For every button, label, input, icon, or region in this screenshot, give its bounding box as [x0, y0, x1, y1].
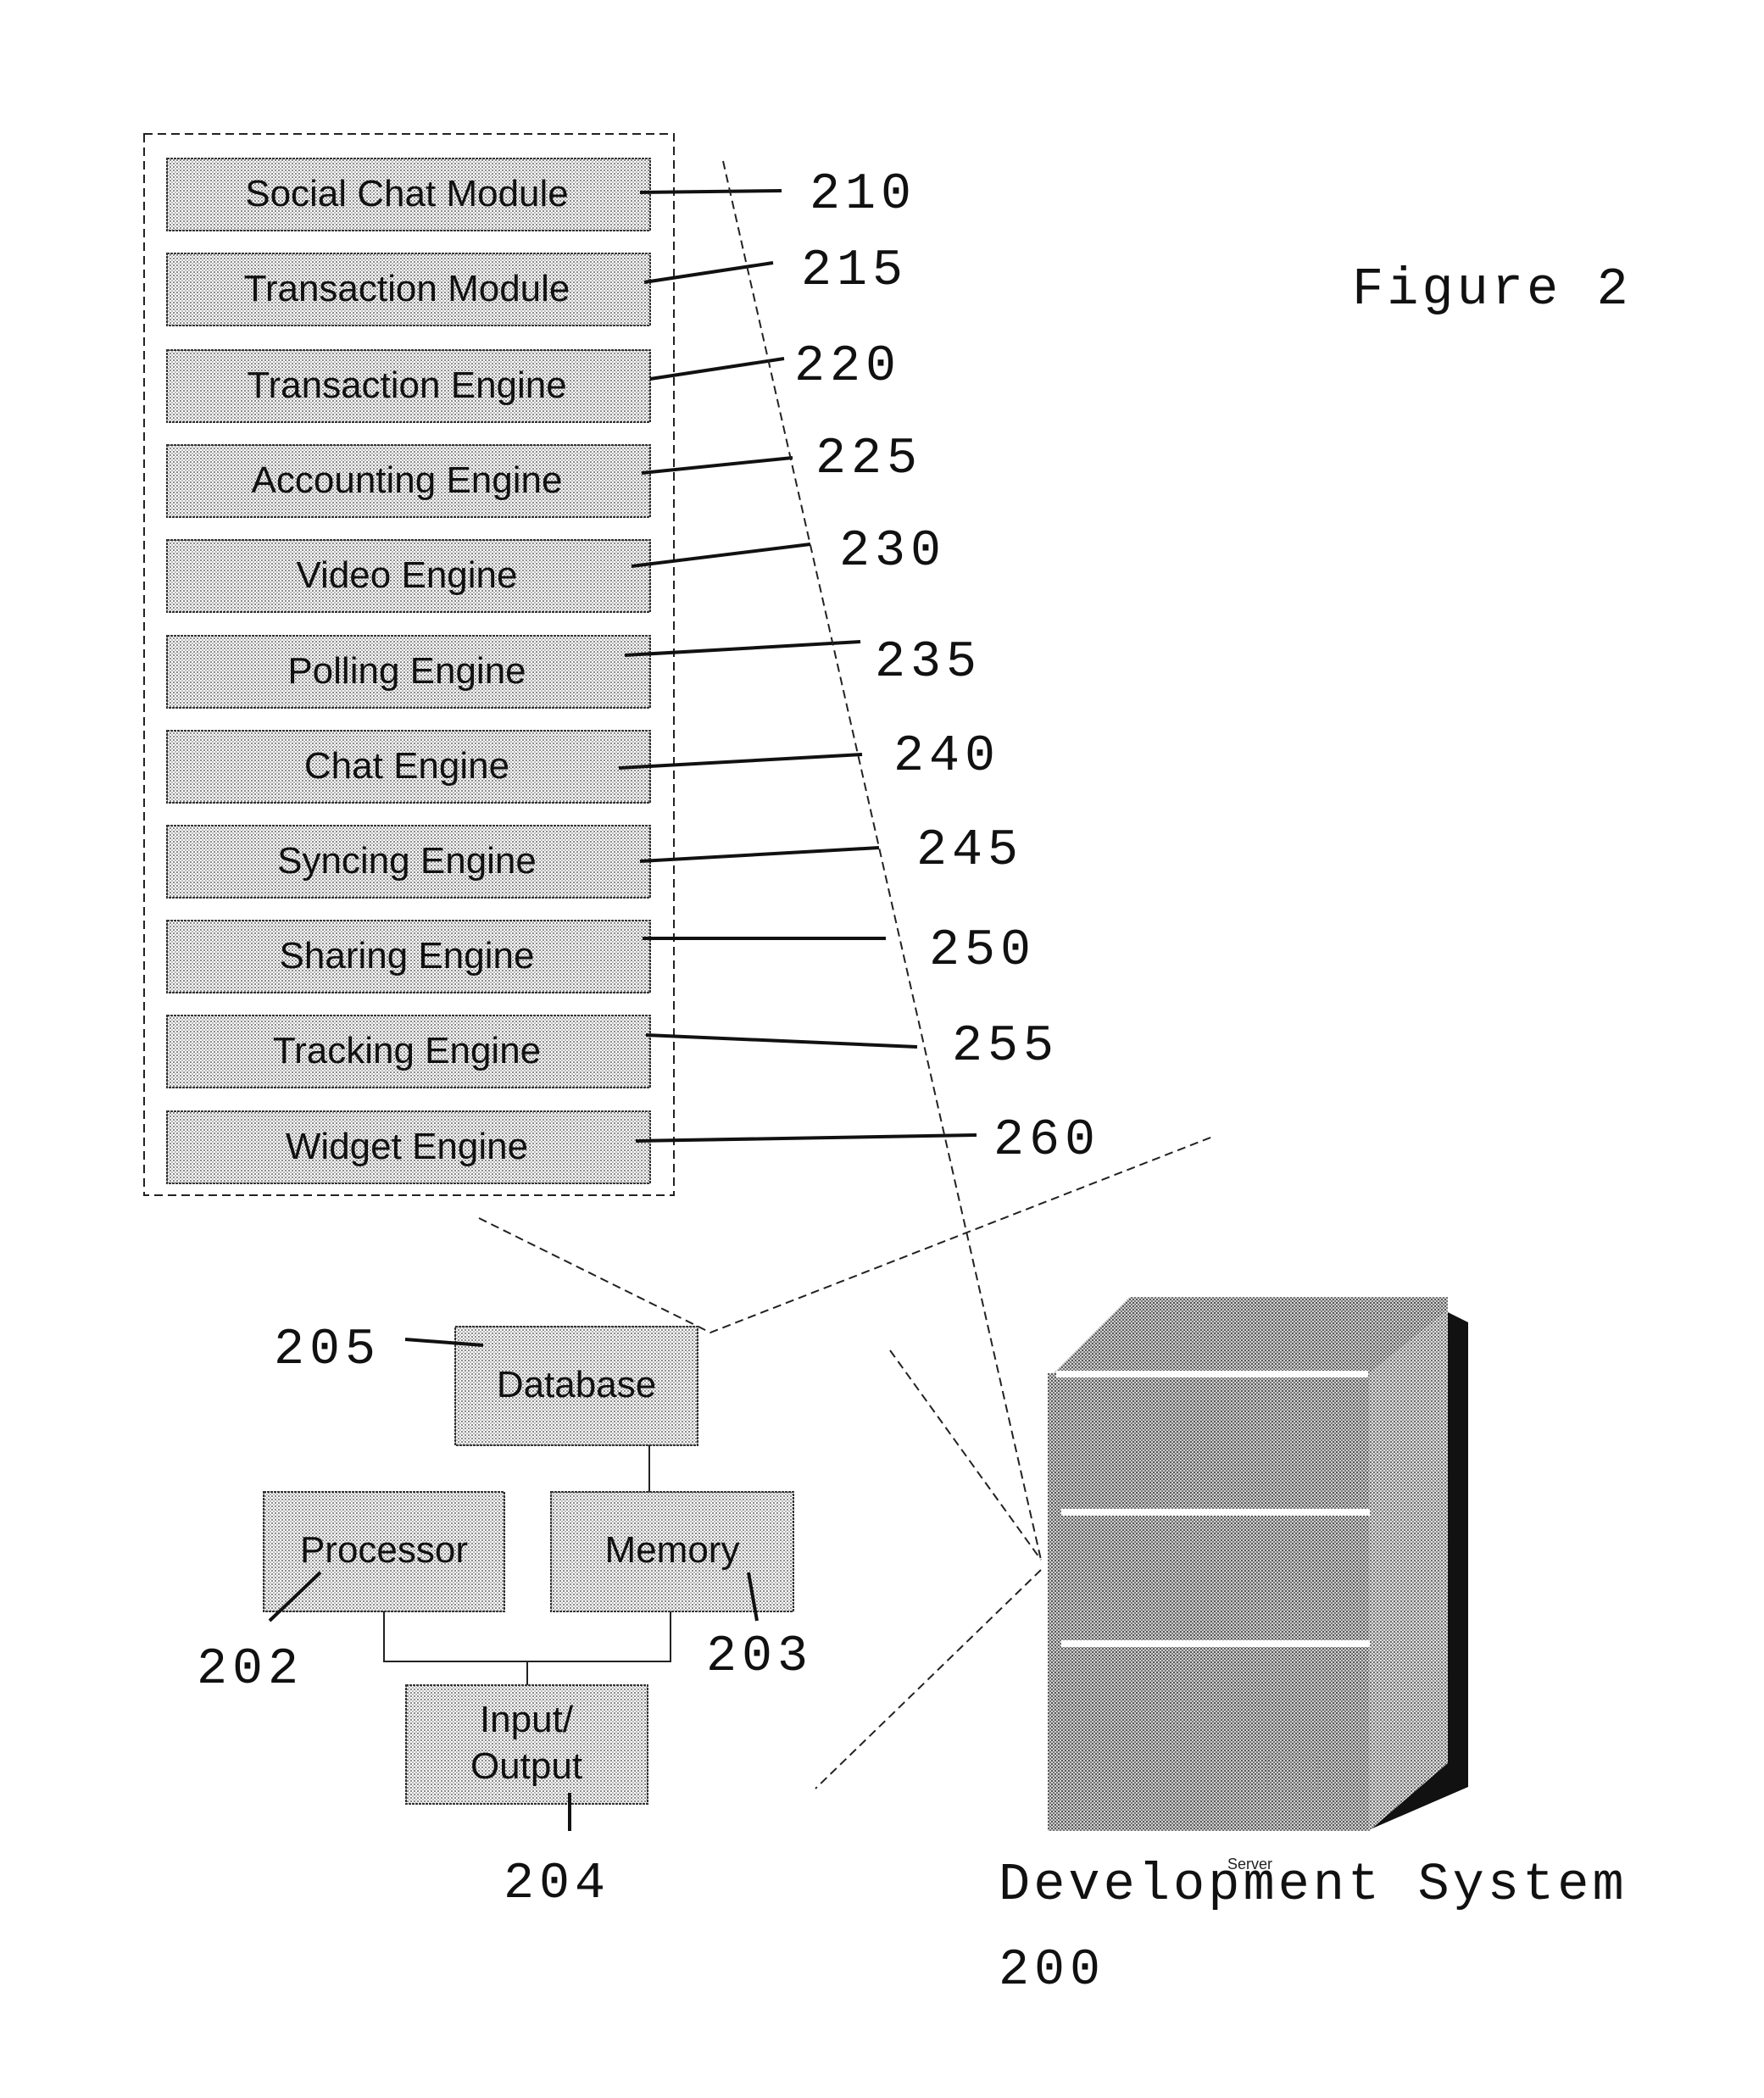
module-ref-number: 245	[916, 822, 1023, 880]
module-leader-line	[643, 261, 774, 284]
module-ref-number: 260	[993, 1112, 1100, 1170]
system-label: Development System	[999, 1855, 1628, 1915]
system-ref: 200	[999, 1942, 1105, 2000]
module-row: Chat Engine 240	[166, 728, 1000, 804]
zoom-line-upper	[889, 1350, 1042, 1561]
module-row: Syncing Engine 245	[166, 822, 1023, 899]
processor-ref: 202	[197, 1641, 303, 1699]
database-component: Database 205	[274, 1322, 698, 1446]
module-row: Accounting Engine 225	[166, 431, 922, 518]
server-slot	[1056, 1371, 1368, 1377]
module-row: Transaction Module 215	[166, 242, 908, 326]
module-row: Transaction Engine 220	[166, 338, 901, 423]
module-leader-line	[624, 640, 861, 657]
module-label: Social Chat Module	[245, 173, 569, 214]
module-leader-line	[635, 1133, 977, 1143]
module-ref-number: 240	[893, 728, 1000, 786]
server-button	[1266, 1754, 1319, 1789]
io-ref: 204	[504, 1856, 610, 1913]
module-row: Widget Engine 260	[166, 1110, 1100, 1184]
module-ref-number: 255	[952, 1018, 1059, 1076]
server-icon	[1048, 1297, 1468, 1831]
module-leader-line	[649, 357, 785, 381]
processor-label: Processor	[300, 1529, 468, 1571]
memory-label: Memory	[605, 1529, 740, 1571]
module-leader-line	[631, 543, 811, 568]
module-row: Sharing Engine 250	[166, 920, 1036, 993]
module-ref-number: 225	[815, 431, 922, 488]
database-ref: 205	[274, 1322, 381, 1379]
module-leader-line	[618, 753, 863, 770]
io-label-line2: Output	[470, 1745, 582, 1787]
server-slot	[1061, 1509, 1370, 1516]
module-label: Transaction Module	[244, 268, 570, 309]
module-leader-line	[645, 1033, 918, 1049]
module-label: Accounting Engine	[252, 459, 563, 501]
module-label: Tracking Engine	[273, 1030, 541, 1071]
server-shadow-right	[1448, 1312, 1468, 1787]
figure-title: Figure 2	[1352, 259, 1632, 320]
module-label: Transaction Engine	[247, 365, 566, 406]
module-ref-number: 210	[810, 166, 916, 224]
module-ref-number: 235	[875, 634, 982, 692]
module-ref-number: 220	[794, 338, 901, 396]
module-ref-number: 215	[801, 242, 908, 300]
database-label: Database	[497, 1364, 656, 1405]
module-row: Polling Engine 235	[166, 634, 982, 709]
server-side	[1369, 1310, 1448, 1831]
module-ref-number: 230	[839, 523, 946, 581]
module-leader-line	[639, 846, 880, 863]
patent-figure: Figure 2 Social Chat Module 210 Transactio…	[143, 133, 1632, 2000]
module-label: Widget Engine	[286, 1126, 528, 1167]
module-leader-line	[639, 189, 782, 194]
server-slot	[1061, 1640, 1370, 1647]
module-label: Video Engine	[297, 554, 518, 596]
module-label: Sharing Engine	[280, 935, 535, 977]
io-component: Input/ Output 204	[405, 1684, 648, 1913]
module-list: Social Chat Module 210 Transaction Module 2…	[166, 158, 1100, 1184]
server-front	[1048, 1373, 1370, 1831]
bus-connector	[383, 1611, 671, 1662]
module-row: Video Engine 230	[166, 523, 946, 613]
module-label: Syncing Engine	[277, 840, 537, 882]
processor-component: Processor 202	[197, 1491, 505, 1699]
io-label-line1: Input/	[480, 1699, 574, 1740]
module-row: Social Chat Module 210	[166, 158, 916, 231]
module-ref-number: 250	[929, 922, 1036, 980]
zoom-line-lower	[815, 1569, 1042, 1789]
module-leader-line	[641, 456, 793, 475]
module-label: Polling Engine	[287, 650, 526, 692]
memory-component: Memory 203	[550, 1491, 813, 1686]
module-label: Chat Engine	[304, 745, 509, 787]
memory-ref: 203	[706, 1628, 813, 1686]
